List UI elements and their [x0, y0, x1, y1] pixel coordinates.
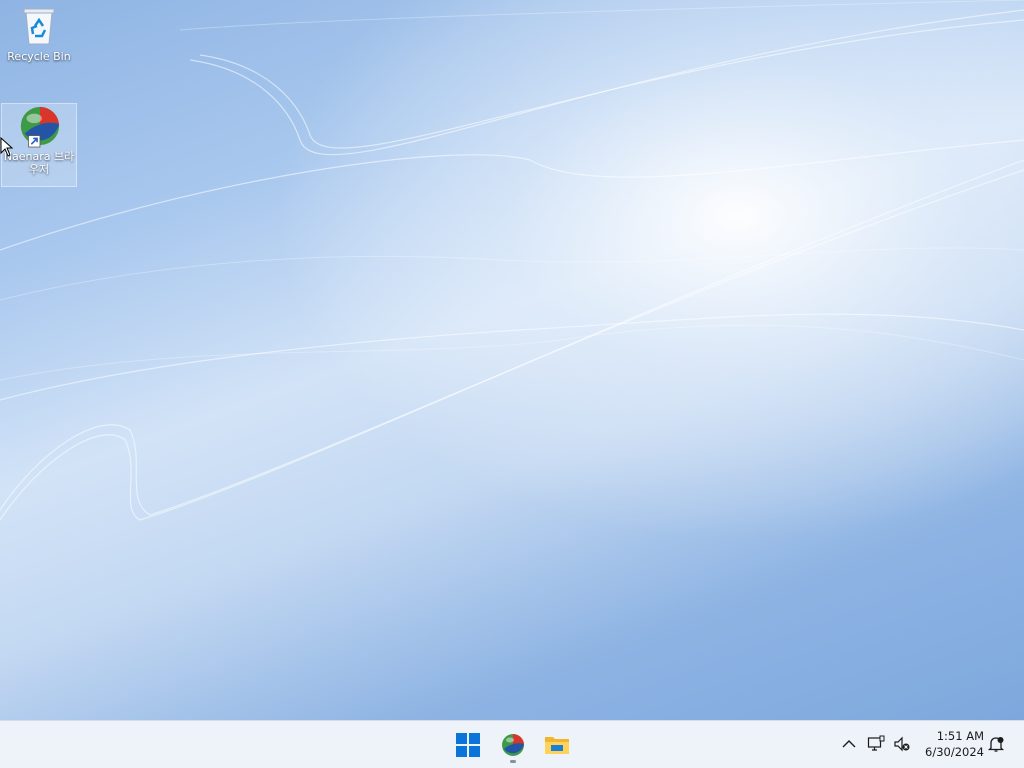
- clock-date: 6/30/2024: [925, 745, 984, 759]
- windows-logo-icon: [456, 733, 480, 757]
- taskbar-file-explorer-button[interactable]: [537, 725, 577, 765]
- clock-time: 1:51 AM: [936, 729, 984, 743]
- volume-button[interactable]: [891, 733, 913, 755]
- volume-muted-icon: [894, 736, 910, 752]
- desktop-icon-recycle-bin[interactable]: Recycle Bin: [2, 4, 76, 63]
- start-button[interactable]: [448, 725, 488, 765]
- naenara-browser-icon: [502, 734, 524, 756]
- network-disconnected-icon: [867, 735, 885, 751]
- running-indicator: [510, 760, 516, 763]
- desktop[interactable]: Recycle Bin Naenara 브라우저: [0, 0, 1024, 720]
- taskbar-naenara-browser-button[interactable]: [493, 725, 533, 765]
- mouse-cursor-icon: [0, 137, 14, 157]
- taskbar: 1:51 AM 6/30/2024: [0, 720, 1024, 768]
- notifications-button[interactable]: [985, 733, 1007, 755]
- desktop-icon-label: Recycle Bin: [7, 50, 71, 63]
- network-button[interactable]: [865, 733, 887, 755]
- clock[interactable]: 1:51 AM 6/30/2024: [918, 728, 984, 760]
- folder-icon: [545, 737, 569, 754]
- notification-bell-icon: [987, 737, 1005, 752]
- wallpaper-bloom: [0, 0, 1024, 720]
- chevron-up-icon: [842, 740, 856, 748]
- show-hidden-icons-button[interactable]: [838, 733, 860, 755]
- naenara-browser-icon: [17, 104, 61, 148]
- recycle-bin-icon: [17, 4, 61, 48]
